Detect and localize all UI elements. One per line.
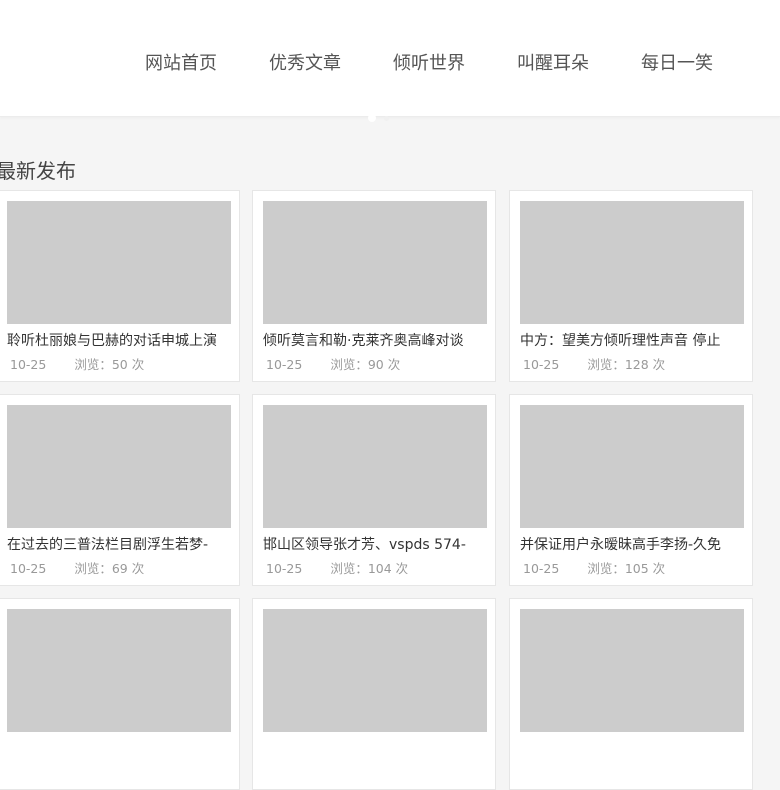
article-thumbnail[interactable] [520,609,744,732]
site-header: 网站首页 优秀文章 倾听世界 叫醒耳朵 每日一笑 [0,0,780,117]
article-title[interactable]: 并保证用户永暧昧高手李扬-久免 [520,535,746,555]
article-card[interactable] [252,598,496,790]
article-meta: 10-25 浏览：104 次 [266,560,408,578]
article-date: 10-25 [266,357,303,372]
nav-item-wake-ears[interactable]: 叫醒耳朵 [517,52,589,76]
article-card[interactable] [0,598,240,790]
section-title: 最新发布 [0,159,76,183]
article-views: 浏览：50 次 [74,357,145,372]
article-views: 浏览：128 次 [587,357,666,372]
nav-item-featured-articles[interactable]: 优秀文章 [269,52,341,76]
article-date: 10-25 [266,561,303,576]
article-thumbnail[interactable] [263,405,487,528]
article-card[interactable]: 倾听莫言和勒·克莱齐奥高峰对谈 10-25 浏览：90 次 [252,190,496,382]
article-date: 10-25 [10,561,47,576]
article-title[interactable]: 中方：望美方倾听理性声音 停止 [520,331,746,351]
article-thumbnail[interactable] [7,609,231,732]
article-title[interactable]: 聆听杜丽娘与巴赫的对话申城上演 [7,331,233,351]
article-card[interactable]: 并保证用户永暧昧高手李扬-久免 10-25 浏览：105 次 [509,394,753,586]
article-thumbnail[interactable] [263,201,487,324]
article-date: 10-25 [523,561,560,576]
article-card[interactable]: 聆听杜丽娘与巴赫的对话申城上演 10-25 浏览：50 次 [0,190,240,382]
article-thumbnail[interactable] [7,201,231,324]
article-date: 10-25 [523,357,560,372]
nav-item-home[interactable]: 网站首页 [145,52,217,76]
article-thumbnail[interactable] [7,405,231,528]
article-views: 浏览：90 次 [330,357,401,372]
article-views: 浏览：69 次 [74,561,145,576]
article-thumbnail[interactable] [263,609,487,732]
nav-active-indicator [368,114,376,122]
nav-indicator-dot [384,116,389,121]
article-card[interactable]: 中方：望美方倾听理性声音 停止 10-25 浏览：128 次 [509,190,753,382]
article-thumbnail[interactable] [520,405,744,528]
article-meta: 10-25 浏览：128 次 [523,356,665,374]
article-card[interactable]: 邯山区领导张才芳、vspds 574- 10-25 浏览：104 次 [252,394,496,586]
article-views: 浏览：104 次 [330,561,409,576]
article-title[interactable]: 在过去的三普法栏目剧浮生若梦- [7,535,233,555]
article-title[interactable]: 倾听莫言和勒·克莱齐奥高峰对谈 [263,331,489,351]
article-card[interactable]: 在过去的三普法栏目剧浮生若梦- 10-25 浏览：69 次 [0,394,240,586]
article-meta: 10-25 浏览：105 次 [523,560,665,578]
article-date: 10-25 [10,357,47,372]
article-views: 浏览：105 次 [587,561,666,576]
nav-item-daily-laugh[interactable]: 每日一笑 [641,52,713,76]
article-thumbnail[interactable] [520,201,744,324]
article-meta: 10-25 浏览：69 次 [10,560,144,578]
article-meta: 10-25 浏览：90 次 [266,356,400,374]
article-title[interactable]: 邯山区领导张才芳、vspds 574- [263,535,489,555]
article-card[interactable] [509,598,753,790]
article-meta: 10-25 浏览：50 次 [10,356,144,374]
nav-item-listen-world[interactable]: 倾听世界 [393,52,465,76]
